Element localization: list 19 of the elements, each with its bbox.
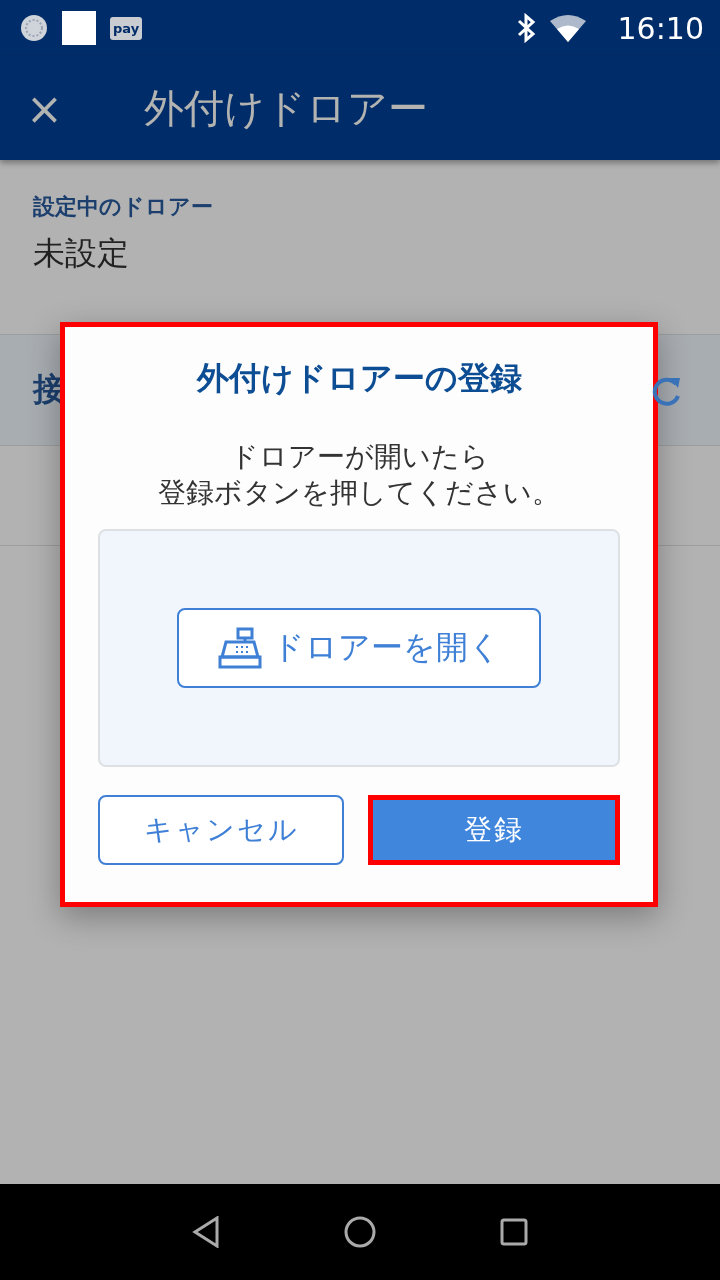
field-label: 設定中のドロアー (33, 193, 214, 221)
recents-icon[interactable] (500, 1218, 528, 1246)
clock: 16:10 (617, 10, 704, 46)
notification-badge: pay (110, 16, 143, 40)
cash-register-icon (217, 627, 262, 669)
screen-title: 外付けドロアー (144, 83, 428, 133)
dialog-title: 外付けドロアーの登録 (196, 358, 522, 399)
home-icon[interactable] (344, 1216, 376, 1248)
square-icon (62, 11, 96, 45)
open-drawer-button[interactable]: ドロアーを開く (177, 608, 541, 688)
close-button[interactable]: × (26, 82, 90, 134)
sync-icon (20, 14, 48, 42)
dialog-message: ドロアーが開いたら 登録ボタンを押してください。 (158, 439, 560, 511)
back-icon[interactable] (192, 1216, 220, 1248)
wifi-icon (549, 14, 586, 42)
bluetooth-icon (515, 13, 536, 43)
field-value: 未設定 (33, 233, 130, 274)
register-button[interactable]: 登録 (368, 795, 620, 865)
cancel-button[interactable]: キャンセル (98, 795, 344, 865)
